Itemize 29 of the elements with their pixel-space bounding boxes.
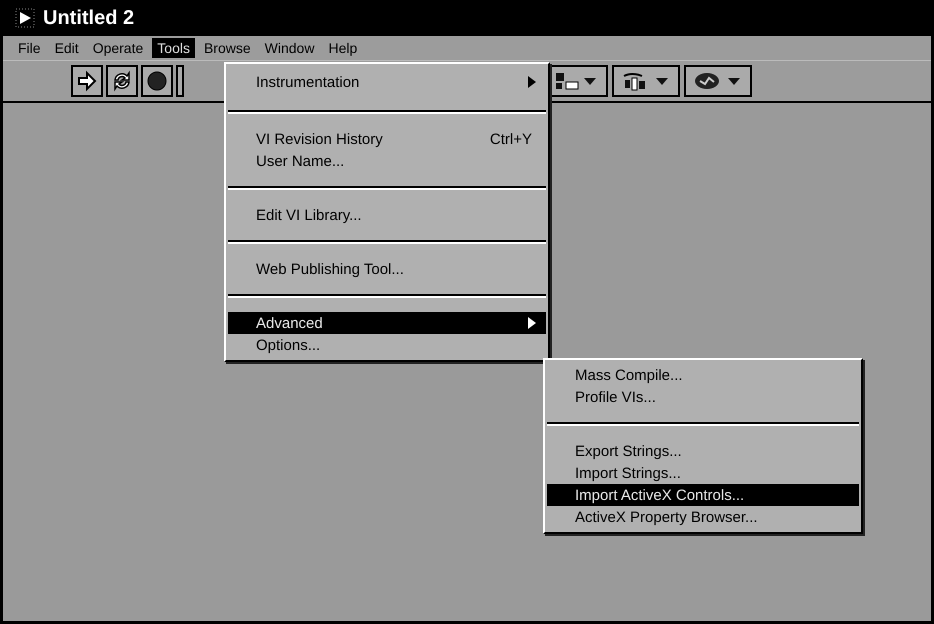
menu-entry[interactable]: VI Revision History Ctrl+Y bbox=[228, 128, 546, 150]
reorder-dropdown-button[interactable] bbox=[684, 65, 752, 97]
menu-item[interactable]: Help bbox=[323, 38, 362, 58]
menu-entry[interactable]: Export Strings... bbox=[547, 440, 859, 462]
menu-entry[interactable]: ActiveX Property Browser... bbox=[547, 506, 859, 528]
menu-entry[interactable]: Options... bbox=[228, 334, 546, 356]
menu-item[interactable]: Window bbox=[260, 38, 320, 58]
menu-item[interactable]: Browse bbox=[198, 38, 256, 58]
menu-item[interactable]: File bbox=[13, 38, 46, 58]
menu-item[interactable]: Operate bbox=[88, 38, 148, 58]
distribute-dropdown-button[interactable] bbox=[612, 65, 680, 97]
run-button[interactable] bbox=[71, 65, 103, 97]
menu-entry[interactable]: Import Strings... bbox=[547, 462, 859, 484]
menu-entry[interactable]: Mass Compile... bbox=[547, 364, 859, 386]
stop-icon bbox=[146, 70, 168, 92]
menu-entry[interactable]: Profile VIs... bbox=[547, 386, 859, 408]
menu-item[interactable]: Tools bbox=[152, 38, 195, 58]
menu-entry[interactable]: Edit VI Library... bbox=[228, 204, 546, 226]
abort-button[interactable] bbox=[141, 65, 173, 97]
arrow-icon bbox=[76, 70, 98, 92]
run-continuously-button[interactable] bbox=[106, 65, 138, 97]
pause-button[interactable] bbox=[176, 65, 184, 97]
window-title: Untitled 2 bbox=[43, 6, 134, 30]
menu-entry[interactable]: User Name... bbox=[228, 150, 546, 172]
menu-entry[interactable]: Advanced bbox=[228, 312, 546, 334]
menu-entry[interactable]: Import ActiveX Controls... bbox=[547, 484, 859, 506]
circular-arrows-icon bbox=[111, 70, 133, 92]
menu-entry[interactable]: Web Publishing Tool... bbox=[228, 258, 546, 280]
menu-item[interactable]: Edit bbox=[50, 38, 84, 58]
